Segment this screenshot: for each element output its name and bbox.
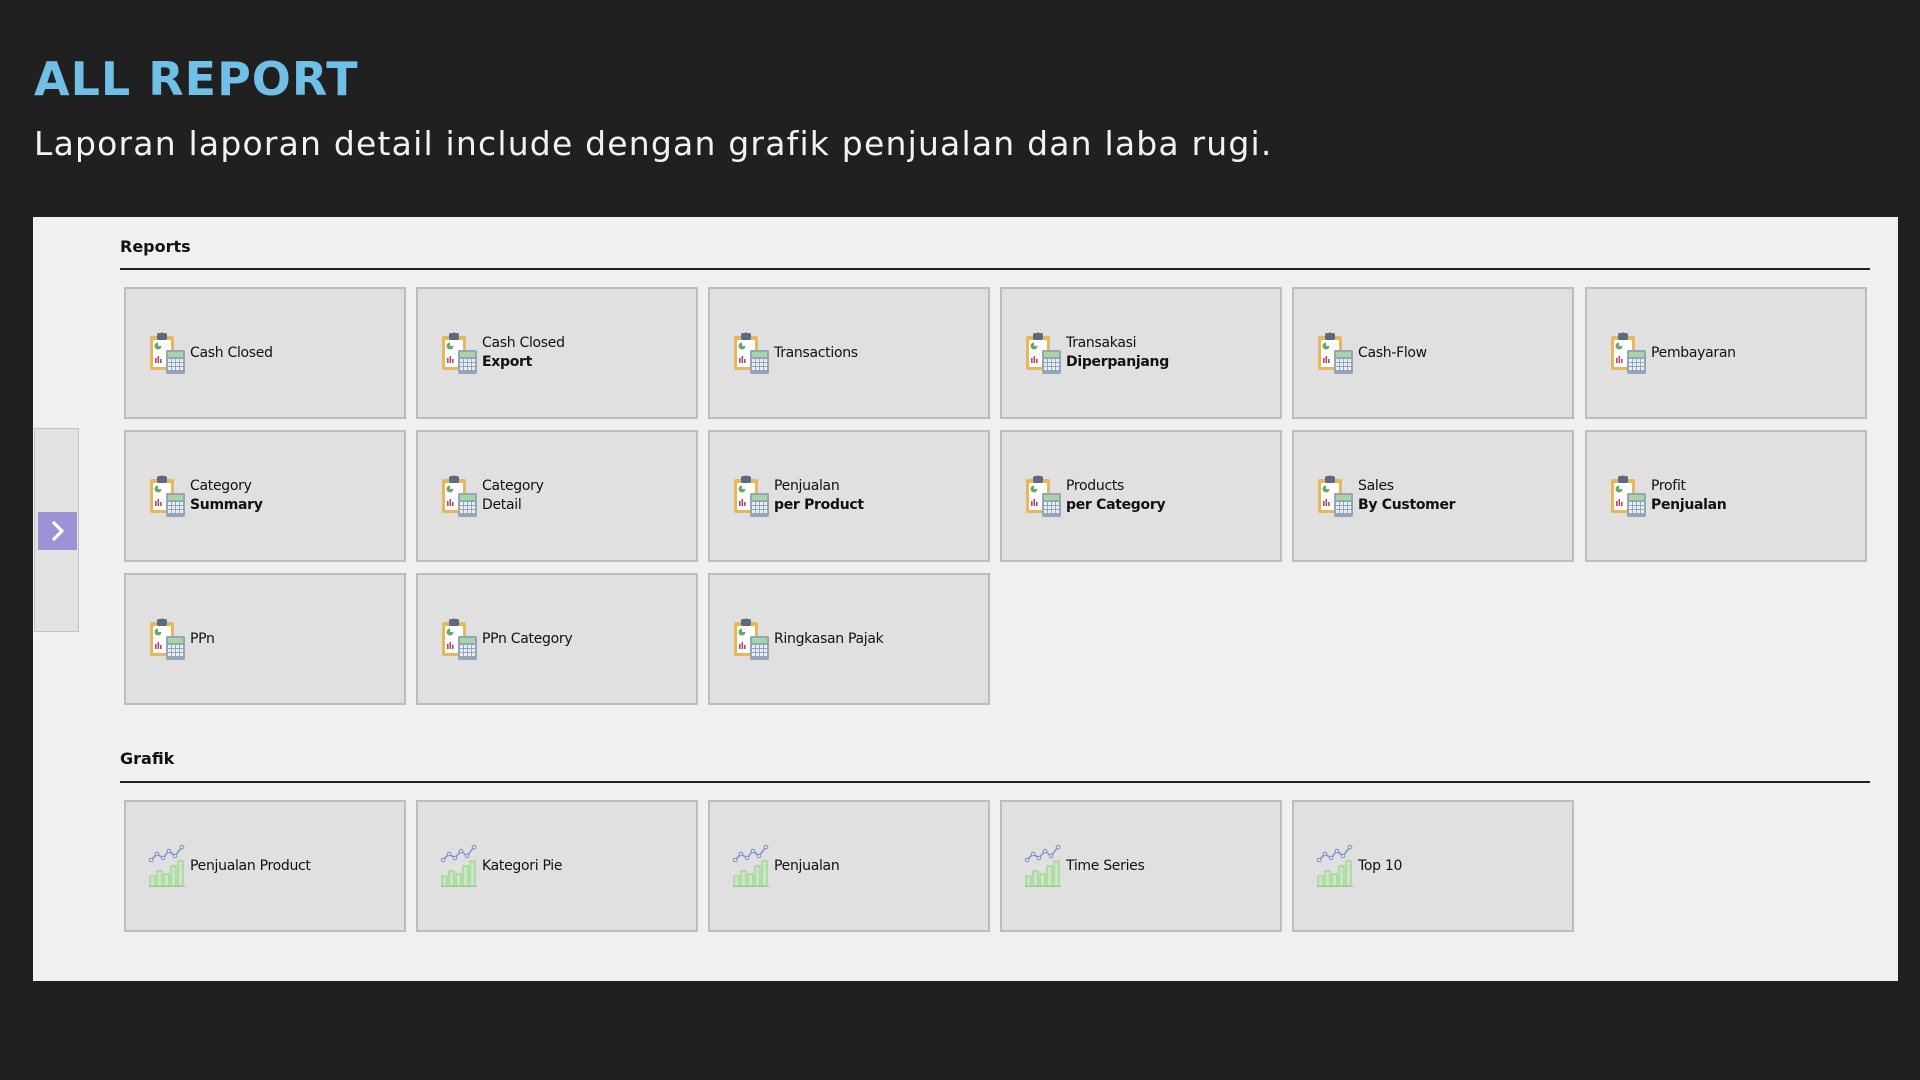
tile-label-line1: PPn Category (482, 630, 573, 647)
tile-label-line1: Transactions (774, 344, 858, 361)
report-tile[interactable]: Transactions (708, 287, 990, 419)
report-clipboard-calculator-icon (442, 332, 477, 374)
tile-label-line1: Cash-Flow (1358, 344, 1427, 361)
collapsed-side-panel (34, 428, 79, 632)
tile-label-line2: Export (482, 354, 533, 370)
tile-label-line2: By Customer (1358, 497, 1456, 513)
report-tile-label: PPn (190, 630, 215, 649)
report-clipboard-calculator-icon (734, 618, 769, 660)
report-clipboard-calculator-icon (1611, 332, 1646, 374)
grafik-tile[interactable]: Kategori Pie (416, 800, 698, 932)
tile-label-line1: Kategori Pie (482, 857, 563, 874)
report-tile-label: PPn Category (482, 630, 573, 649)
chart-bar-line-icon (1024, 844, 1061, 887)
report-tile[interactable]: Cash Closed (124, 287, 406, 419)
tile-label-line1: Cash Closed (482, 335, 565, 351)
report-tile-label: Category Detail (482, 477, 544, 515)
tile-label-line1: Penjualan Product (190, 857, 311, 874)
report-clipboard-calculator-icon (150, 332, 185, 374)
report-tile-label: Transakasi Diperpanjang (1066, 334, 1169, 372)
expand-side-panel-button[interactable] (38, 512, 77, 550)
report-tile[interactable]: Products per Category (1000, 430, 1282, 562)
grafik-tile[interactable]: Penjualan (708, 800, 990, 932)
report-tile-label: Products per Category (1066, 477, 1166, 515)
report-tile-label: Category Summary (190, 477, 263, 515)
report-tile[interactable]: Transakasi Diperpanjang (1000, 287, 1282, 419)
chart-bar-line-icon (440, 844, 477, 887)
report-tile[interactable]: Cash-Flow (1292, 287, 1574, 419)
chart-bar-line-icon (732, 844, 769, 887)
tile-label-line1: Time Series (1066, 857, 1145, 874)
report-tile[interactable]: Penjualan per Product (708, 430, 990, 562)
report-tile[interactable]: PPn Category (416, 573, 698, 705)
grafik-section-divider (120, 781, 1870, 783)
tile-label-line1: Sales (1358, 478, 1394, 494)
report-tile-label: Sales By Customer (1358, 477, 1456, 515)
report-tile-label: Profit Penjualan (1651, 477, 1727, 515)
report-tile[interactable]: Pembayaran (1585, 287, 1867, 419)
chart-bar-line-icon (148, 844, 185, 887)
report-tile-label: Transactions (774, 344, 858, 363)
tile-label-line1: Category (482, 478, 544, 494)
reports-section-divider (120, 268, 1870, 270)
report-tile-label: Pembayaran (1651, 344, 1736, 363)
grafik-tile[interactable]: Penjualan Product (124, 800, 406, 932)
grafik-tile-label: Penjualan (774, 857, 840, 876)
tile-label-line1: Penjualan (774, 478, 840, 494)
report-clipboard-calculator-icon (442, 618, 477, 660)
report-clipboard-calculator-icon (442, 475, 477, 517)
report-tile-label: Cash Closed (190, 344, 273, 363)
report-clipboard-calculator-icon (150, 618, 185, 660)
report-clipboard-calculator-icon (1026, 475, 1061, 517)
report-tile[interactable]: Sales By Customer (1292, 430, 1574, 562)
report-tile[interactable]: Category Summary (124, 430, 406, 562)
report-tile-label: Cash Closed Export (482, 334, 565, 372)
report-clipboard-calculator-icon (734, 475, 769, 517)
tile-label-line1: Profit (1651, 478, 1686, 494)
tile-label-line1: PPn (190, 630, 215, 647)
reports-section-heading: Reports (120, 237, 191, 256)
report-clipboard-calculator-icon (150, 475, 185, 517)
tile-label-line1: Cash Closed (190, 344, 273, 361)
tile-label-line2: Penjualan (1651, 497, 1727, 513)
report-tile[interactable]: Category Detail (416, 430, 698, 562)
tile-label-line1: Penjualan (774, 857, 840, 874)
report-clipboard-calculator-icon (734, 332, 769, 374)
tile-label-line1: Transakasi (1066, 335, 1137, 351)
grafik-tile-label: Penjualan Product (190, 857, 311, 876)
tile-label-line1: Ringkasan Pajak (774, 630, 884, 647)
report-tile-label: Penjualan per Product (774, 477, 864, 515)
grafik-tile-label: Time Series (1066, 857, 1145, 876)
report-tile[interactable]: Ringkasan Pajak (708, 573, 990, 705)
tile-label-line2: Detail (482, 497, 522, 513)
report-clipboard-calculator-icon (1318, 332, 1353, 374)
tile-label-line1: Pembayaran (1651, 344, 1736, 361)
grafik-section-heading: Grafik (120, 749, 175, 768)
grafik-tile-label: Top 10 (1358, 857, 1402, 876)
tile-label-line1: Top 10 (1358, 857, 1403, 874)
chart-bar-line-icon (1316, 844, 1353, 887)
tile-label-line2: Diperpanjang (1066, 354, 1169, 370)
report-clipboard-calculator-icon (1318, 475, 1353, 517)
tile-label-line2: per Category (1066, 497, 1166, 513)
grafik-tile[interactable]: Top 10 (1292, 800, 1574, 932)
tile-label-line1: Products (1066, 478, 1125, 494)
reports-panel: Reports Cash Closed Cash Closed Export T… (33, 217, 1898, 981)
report-tile[interactable]: Cash Closed Export (416, 287, 698, 419)
report-clipboard-calculator-icon (1611, 475, 1646, 517)
report-tile[interactable]: PPn (124, 573, 406, 705)
grafik-tile-label: Kategori Pie (482, 857, 563, 876)
tile-label-line2: per Product (774, 497, 864, 513)
tile-label-line2: Summary (190, 497, 263, 513)
page-subtitle: Laporan laporan detail include dengan gr… (34, 124, 1273, 163)
report-tile-label: Cash-Flow (1358, 344, 1427, 363)
report-clipboard-calculator-icon (1026, 332, 1061, 374)
page-title: ALL REPORT (34, 52, 359, 106)
grafik-tile[interactable]: Time Series (1000, 800, 1282, 932)
tile-label-line1: Category (190, 478, 252, 494)
report-tile-label: Ringkasan Pajak (774, 630, 884, 649)
chevron-right-icon (51, 521, 64, 541)
report-tile[interactable]: Profit Penjualan (1585, 430, 1867, 562)
